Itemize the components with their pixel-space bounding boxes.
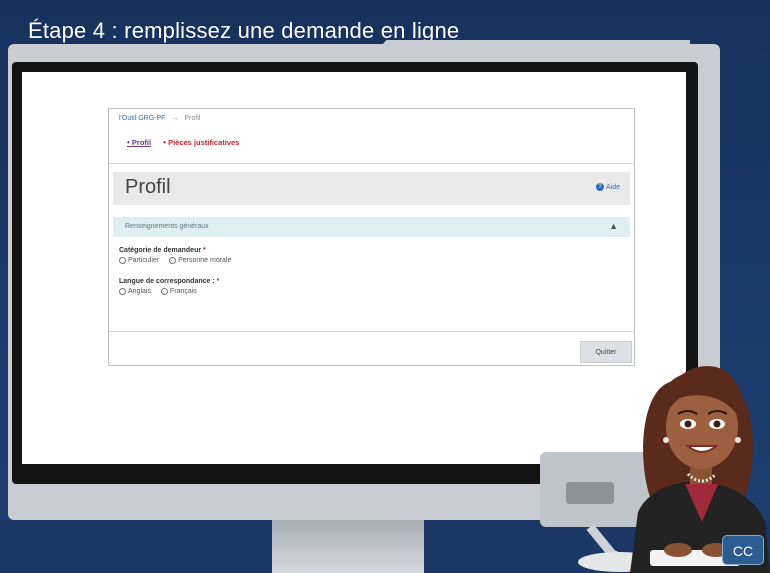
radio-circle-icon[interactable] bbox=[160, 288, 168, 295]
step-pieces-justificatives[interactable]: • Pièces justificatives bbox=[163, 138, 239, 147]
monitor-stand bbox=[272, 520, 424, 573]
breadcrumb-current: Profil bbox=[184, 115, 201, 122]
radio-anglais-label: Anglais bbox=[128, 288, 151, 296]
step-pieces-label: Pièces justificatives bbox=[168, 138, 240, 147]
requester-category-label: Catégorie de demandeur * bbox=[119, 247, 206, 254]
correspondence-language-label: Langue de correspondance : * bbox=[119, 278, 219, 285]
step-navigation: • Profil • Pièces justificatives bbox=[127, 138, 249, 147]
right-earring bbox=[735, 437, 741, 443]
radio-personne-morale[interactable]: Personne morale bbox=[169, 257, 231, 264]
radio-personne-morale-label: Personne morale bbox=[178, 257, 232, 265]
section-header-general-info[interactable]: Renseignements généraux ▲ bbox=[113, 217, 630, 237]
step-profil-label: Profil bbox=[131, 138, 152, 147]
bullet-icon: • bbox=[127, 138, 130, 147]
divider bbox=[109, 163, 634, 164]
radio-circle-icon[interactable] bbox=[119, 288, 126, 295]
breadcrumb: l'Outil GRG-PF → Profil bbox=[119, 115, 200, 122]
requester-category-label-text: Catégorie de demandeur bbox=[119, 247, 202, 254]
required-mark: * bbox=[216, 278, 220, 285]
help-icon: ? bbox=[595, 183, 604, 191]
radio-particulier-label: Particulier bbox=[128, 257, 160, 265]
right-pupil bbox=[713, 420, 721, 428]
radio-francais[interactable]: Français bbox=[160, 288, 197, 296]
bullet-icon: • bbox=[163, 138, 166, 147]
correspondence-language-label-text: Langue de correspondance : bbox=[119, 278, 215, 285]
section-title: Renseignements généraux bbox=[125, 223, 209, 230]
requester-category-options: Particulier Personne morale bbox=[119, 257, 239, 264]
closed-captions-button[interactable]: CC bbox=[722, 535, 764, 565]
help-link[interactable]: ? Aide bbox=[595, 183, 620, 191]
step-profil[interactable]: • Profil bbox=[127, 138, 151, 147]
radio-francais-label: Français bbox=[169, 288, 197, 296]
radio-circle-icon[interactable] bbox=[119, 257, 126, 264]
help-label: Aide bbox=[605, 183, 620, 191]
breadcrumb-root-link[interactable]: l'Outil GRG-PF bbox=[119, 115, 165, 122]
radio-anglais[interactable]: Anglais bbox=[119, 288, 151, 295]
left-earring bbox=[663, 437, 669, 443]
page-header: Profil ? Aide bbox=[113, 172, 630, 205]
left-hand bbox=[664, 543, 692, 557]
page-title: Profil bbox=[125, 176, 171, 198]
left-pupil bbox=[684, 420, 692, 428]
breadcrumb-arrow-icon: → bbox=[171, 115, 179, 122]
radio-particulier[interactable]: Particulier bbox=[119, 257, 159, 264]
correspondence-language-options: Anglais Français bbox=[119, 288, 205, 295]
radio-circle-icon[interactable] bbox=[169, 257, 177, 264]
slide: Étape 4 : remplissez une demande en lign… bbox=[0, 0, 770, 573]
required-mark: * bbox=[203, 247, 206, 254]
chevron-up-icon[interactable]: ▲ bbox=[609, 221, 618, 231]
desk-monitor-logo bbox=[566, 482, 614, 504]
